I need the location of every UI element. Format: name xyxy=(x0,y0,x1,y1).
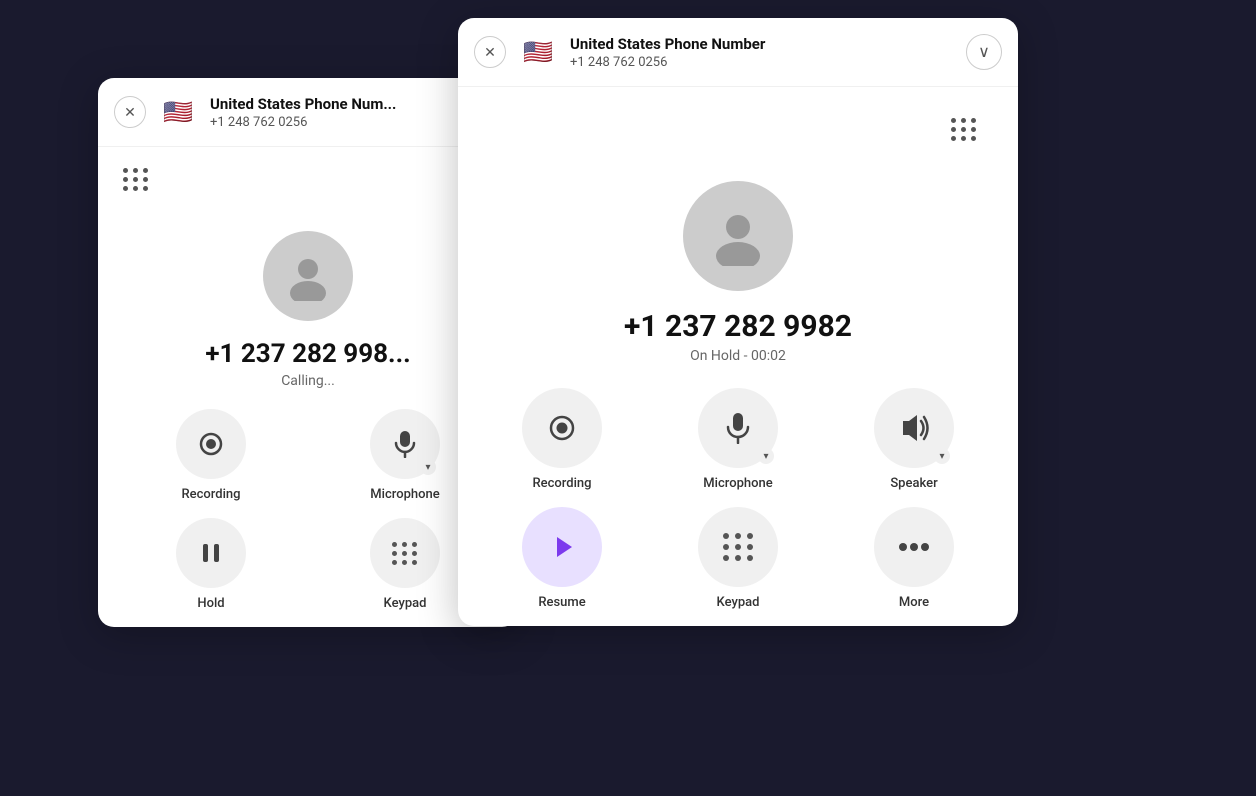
back-grid-dots-button[interactable] xyxy=(114,157,158,201)
back-call-status: Calling... xyxy=(98,373,518,389)
back-microphone-button[interactable]: ▾ xyxy=(370,409,440,479)
front-call-card: ✕ 🇺🇸 United States Phone Number +1 248 7… xyxy=(458,18,1018,626)
back-card-header: ✕ 🇺🇸 United States Phone Num... +1 248 7… xyxy=(98,78,518,147)
back-keypad-button[interactable] xyxy=(370,518,440,588)
front-microphone-control[interactable]: ▾ Microphone xyxy=(658,388,818,491)
back-hold-button[interactable] xyxy=(176,518,246,588)
microphone-chevron-icon: ▾ xyxy=(420,459,436,475)
front-flag-icon: 🇺🇸 xyxy=(518,32,558,72)
front-speaker-button[interactable]: ▾ xyxy=(874,388,954,468)
back-microphone-label: Microphone xyxy=(370,487,439,502)
front-avatar xyxy=(683,181,793,291)
front-header-info: United States Phone Number +1 248 762 02… xyxy=(570,35,954,70)
front-grid-dots-icon xyxy=(951,118,977,141)
scene: ✕ 🇺🇸 United States Phone Num... +1 248 7… xyxy=(38,18,1218,778)
back-avatar-area xyxy=(98,211,518,331)
more-dots-icon xyxy=(898,542,930,552)
front-recording-control[interactable]: Recording xyxy=(482,388,642,491)
hold-icon xyxy=(198,540,224,566)
front-call-number: +1 237 282 9982 xyxy=(458,309,1018,344)
back-keypad-label: Keypad xyxy=(384,596,427,611)
front-speaker-control[interactable]: ▾ Speaker xyxy=(834,388,994,491)
microphone-chevron-icon: ▾ xyxy=(758,448,774,464)
speaker-chevron-icon: ▾ xyxy=(934,448,950,464)
front-keypad-button[interactable] xyxy=(698,507,778,587)
microphone-icon xyxy=(393,430,417,458)
front-more-button[interactable] xyxy=(874,507,954,587)
front-keypad-label: Keypad xyxy=(717,595,760,610)
front-speaker-label: Speaker xyxy=(890,476,937,491)
resume-play-icon xyxy=(547,532,577,562)
grid-dots-icon xyxy=(123,168,149,191)
front-grid-dots-button[interactable] xyxy=(942,107,986,151)
chevron-down-icon: ∨ xyxy=(978,42,990,62)
front-microphone-label: Microphone xyxy=(703,476,772,491)
front-more-label: More xyxy=(899,595,929,610)
speaker-icon xyxy=(897,413,931,443)
front-microphone-button[interactable]: ▾ xyxy=(698,388,778,468)
back-hold-control[interactable]: Hold xyxy=(122,518,300,611)
back-hold-label: Hold xyxy=(197,596,224,611)
back-flag-icon: 🇺🇸 xyxy=(158,92,198,132)
front-header-number: +1 248 762 0256 xyxy=(570,55,954,70)
back-recording-control[interactable]: Recording xyxy=(122,409,300,502)
front-close-button[interactable]: ✕ xyxy=(474,36,506,68)
front-controls-grid: Recording ▾ Microphone xyxy=(458,364,1018,626)
back-avatar xyxy=(263,231,353,321)
keypad-icon xyxy=(392,542,418,565)
front-dots-area xyxy=(458,87,1018,161)
front-card-header: ✕ 🇺🇸 United States Phone Number +1 248 7… xyxy=(458,18,1018,87)
back-controls-grid: Recording ▾ Microphone xyxy=(98,389,518,627)
front-chevron-down-button[interactable]: ∨ xyxy=(966,34,1002,70)
front-recording-label: Recording xyxy=(532,476,591,491)
recording-icon xyxy=(197,430,225,458)
front-avatar-area xyxy=(458,161,1018,301)
back-call-number: +1 237 282 998... xyxy=(98,339,518,369)
front-resume-button[interactable] xyxy=(522,507,602,587)
microphone-icon xyxy=(725,412,751,444)
recording-icon xyxy=(546,412,578,444)
back-recording-button[interactable] xyxy=(176,409,246,479)
back-recording-label: Recording xyxy=(181,487,240,502)
front-header-name: United States Phone Number xyxy=(570,35,954,53)
back-close-button[interactable]: ✕ xyxy=(114,96,146,128)
front-resume-control[interactable]: Resume xyxy=(482,507,642,610)
keypad-icon xyxy=(723,533,754,561)
front-keypad-control[interactable]: Keypad xyxy=(658,507,818,610)
front-recording-button[interactable] xyxy=(522,388,602,468)
front-call-status: On Hold - 00:02 xyxy=(458,348,1018,364)
front-more-control[interactable]: More xyxy=(834,507,994,610)
front-resume-label: Resume xyxy=(538,595,585,610)
back-call-card: ✕ 🇺🇸 United States Phone Num... +1 248 7… xyxy=(98,78,518,627)
